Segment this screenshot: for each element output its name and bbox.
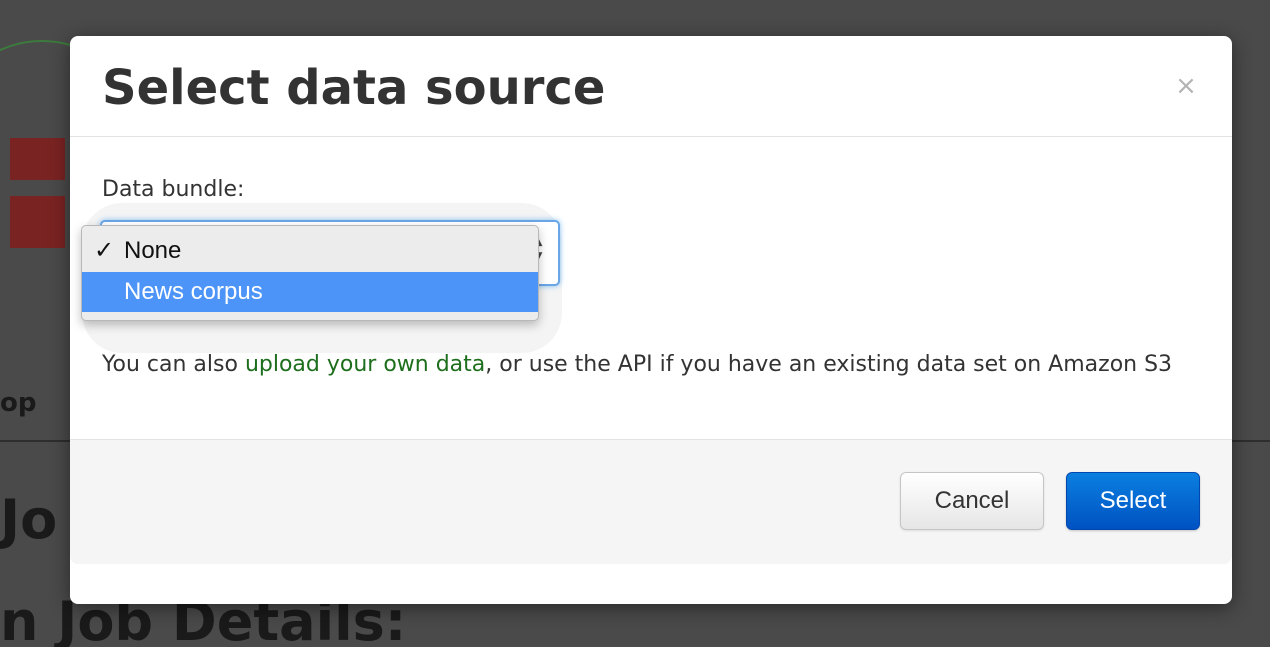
background-divider-right <box>1232 440 1270 442</box>
modal-footer: Cancel Select <box>70 439 1232 564</box>
background-heading-jo: Jo <box>0 488 58 551</box>
data-bundle-label: Data bundle: <box>102 177 245 202</box>
option-label: News corpus <box>124 278 263 305</box>
upload-data-link[interactable]: upload your own data <box>245 352 485 377</box>
dropdown-option-none[interactable]: ✓ None <box>82 231 538 271</box>
background-text-op: op <box>0 388 37 418</box>
dropdown-option-news-corpus[interactable]: News corpus <box>82 272 538 312</box>
cancel-button[interactable]: Cancel <box>900 472 1044 530</box>
help-text: You can also upload your own data, or us… <box>102 347 1202 383</box>
background-divider-left <box>0 440 70 442</box>
data-bundle-dropdown: ✓ None News corpus <box>81 225 539 321</box>
checkmark-icon: ✓ <box>94 237 115 264</box>
select-button[interactable]: Select <box>1066 472 1200 530</box>
close-icon[interactable]: × <box>1168 68 1204 104</box>
modal-title: Select data source <box>102 60 606 116</box>
background-logo-gap <box>10 180 65 196</box>
help-text-suffix: , or use the API if you have an existing… <box>485 352 1173 377</box>
select-data-source-modal: Select data source × Data bundle: ▲ ▼ ✓ … <box>70 36 1232 604</box>
modal-body: Data bundle: ▲ ▼ ✓ None News corpus You … <box>70 137 1232 439</box>
option-label: None <box>124 237 182 264</box>
modal-header: Select data source × <box>70 36 1232 137</box>
help-text-prefix: You can also <box>102 352 245 377</box>
